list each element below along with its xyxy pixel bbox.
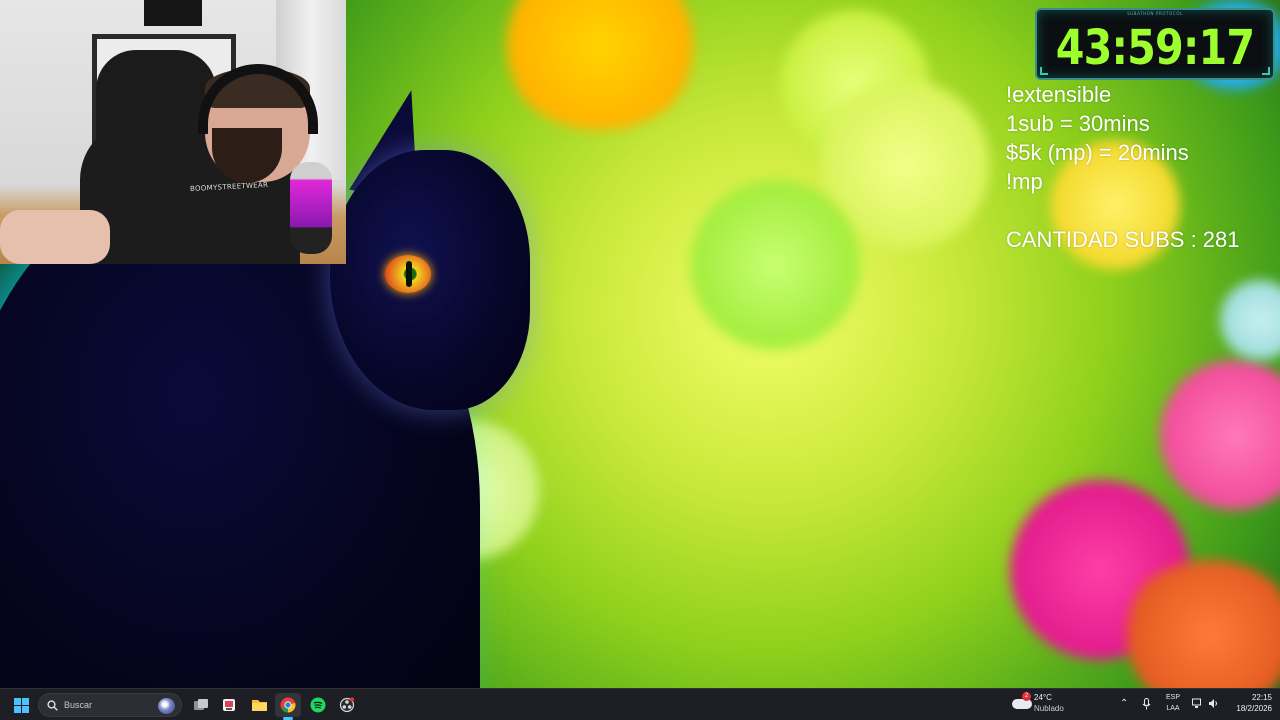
microphone-icon bbox=[290, 162, 332, 254]
screenshot-tool-button[interactable] bbox=[216, 693, 242, 717]
streamer-arm bbox=[0, 210, 110, 264]
microphone-tray-icon[interactable] bbox=[1142, 698, 1151, 714]
timer-corner bbox=[1262, 67, 1270, 75]
volume-icon[interactable] bbox=[1208, 698, 1219, 713]
timer-value: 43:59:17 bbox=[1055, 20, 1255, 76]
file-explorer-icon bbox=[251, 700, 267, 711]
keyboard-layout-indicator[interactable]: LAA bbox=[1160, 705, 1186, 712]
overlay-line-mp-rate: $5k (mp) = 20mins bbox=[1006, 140, 1189, 165]
cat-eye bbox=[385, 255, 431, 293]
webcam-feed: BOOMYSTREETWEAR bbox=[0, 0, 346, 264]
cloud-icon bbox=[1012, 699, 1032, 709]
taskbar: Buscar bbox=[0, 688, 1280, 720]
task-view-button[interactable] bbox=[188, 693, 214, 717]
start-button[interactable] bbox=[8, 693, 34, 717]
spotify-icon bbox=[310, 697, 326, 713]
clock-date[interactable]: 18/2/2026 bbox=[1222, 704, 1272, 713]
webcam-tv bbox=[144, 0, 202, 26]
screenshot-tool-icon bbox=[223, 699, 235, 711]
timer-caption: SUBATHON PROTOCOL bbox=[1127, 11, 1183, 16]
obs-icon bbox=[339, 697, 355, 713]
weather-widget[interactable]: 2 bbox=[1012, 692, 1032, 709]
bokeh-light bbox=[1160, 360, 1280, 510]
subs-counter: CANTIDAD SUBS : 281 bbox=[1006, 227, 1240, 252]
clock-time[interactable]: 22:15 bbox=[1222, 693, 1272, 702]
bokeh-light bbox=[500, 0, 700, 130]
obs-button[interactable] bbox=[334, 693, 360, 717]
spotify-button[interactable] bbox=[305, 693, 331, 717]
timer-corner bbox=[1040, 67, 1048, 75]
chevron-up-icon[interactable]: ⌃ bbox=[1120, 698, 1128, 710]
search-icon bbox=[47, 699, 58, 711]
overlay-line-sub-rate: 1sub = 30mins bbox=[1006, 111, 1150, 136]
search-highlight-icon bbox=[158, 698, 175, 714]
task-view-icon bbox=[194, 699, 208, 710]
search-placeholder: Buscar bbox=[64, 700, 93, 710]
chrome-button[interactable] bbox=[275, 693, 301, 720]
language-indicator[interactable]: ESP bbox=[1160, 694, 1186, 701]
file-explorer-button[interactable] bbox=[246, 693, 272, 717]
overlay-line-extensible: !extensible bbox=[1006, 82, 1112, 107]
network-icon[interactable] bbox=[1192, 698, 1203, 713]
bokeh-light bbox=[1220, 280, 1280, 360]
bokeh-light bbox=[690, 180, 860, 350]
windows-logo-icon bbox=[13, 697, 29, 713]
taskbar-search[interactable]: Buscar bbox=[38, 693, 182, 717]
overlay-line-mp-command: !mp bbox=[1006, 169, 1043, 194]
subathon-timer: SUBATHON PROTOCOL 43:59:17 bbox=[1035, 8, 1275, 80]
weather-condition[interactable]: Nublado bbox=[1034, 704, 1064, 713]
chrome-icon bbox=[280, 697, 296, 713]
weather-temperature[interactable]: 24°C bbox=[1034, 693, 1052, 702]
notification-badge: 2 bbox=[1022, 692, 1031, 701]
